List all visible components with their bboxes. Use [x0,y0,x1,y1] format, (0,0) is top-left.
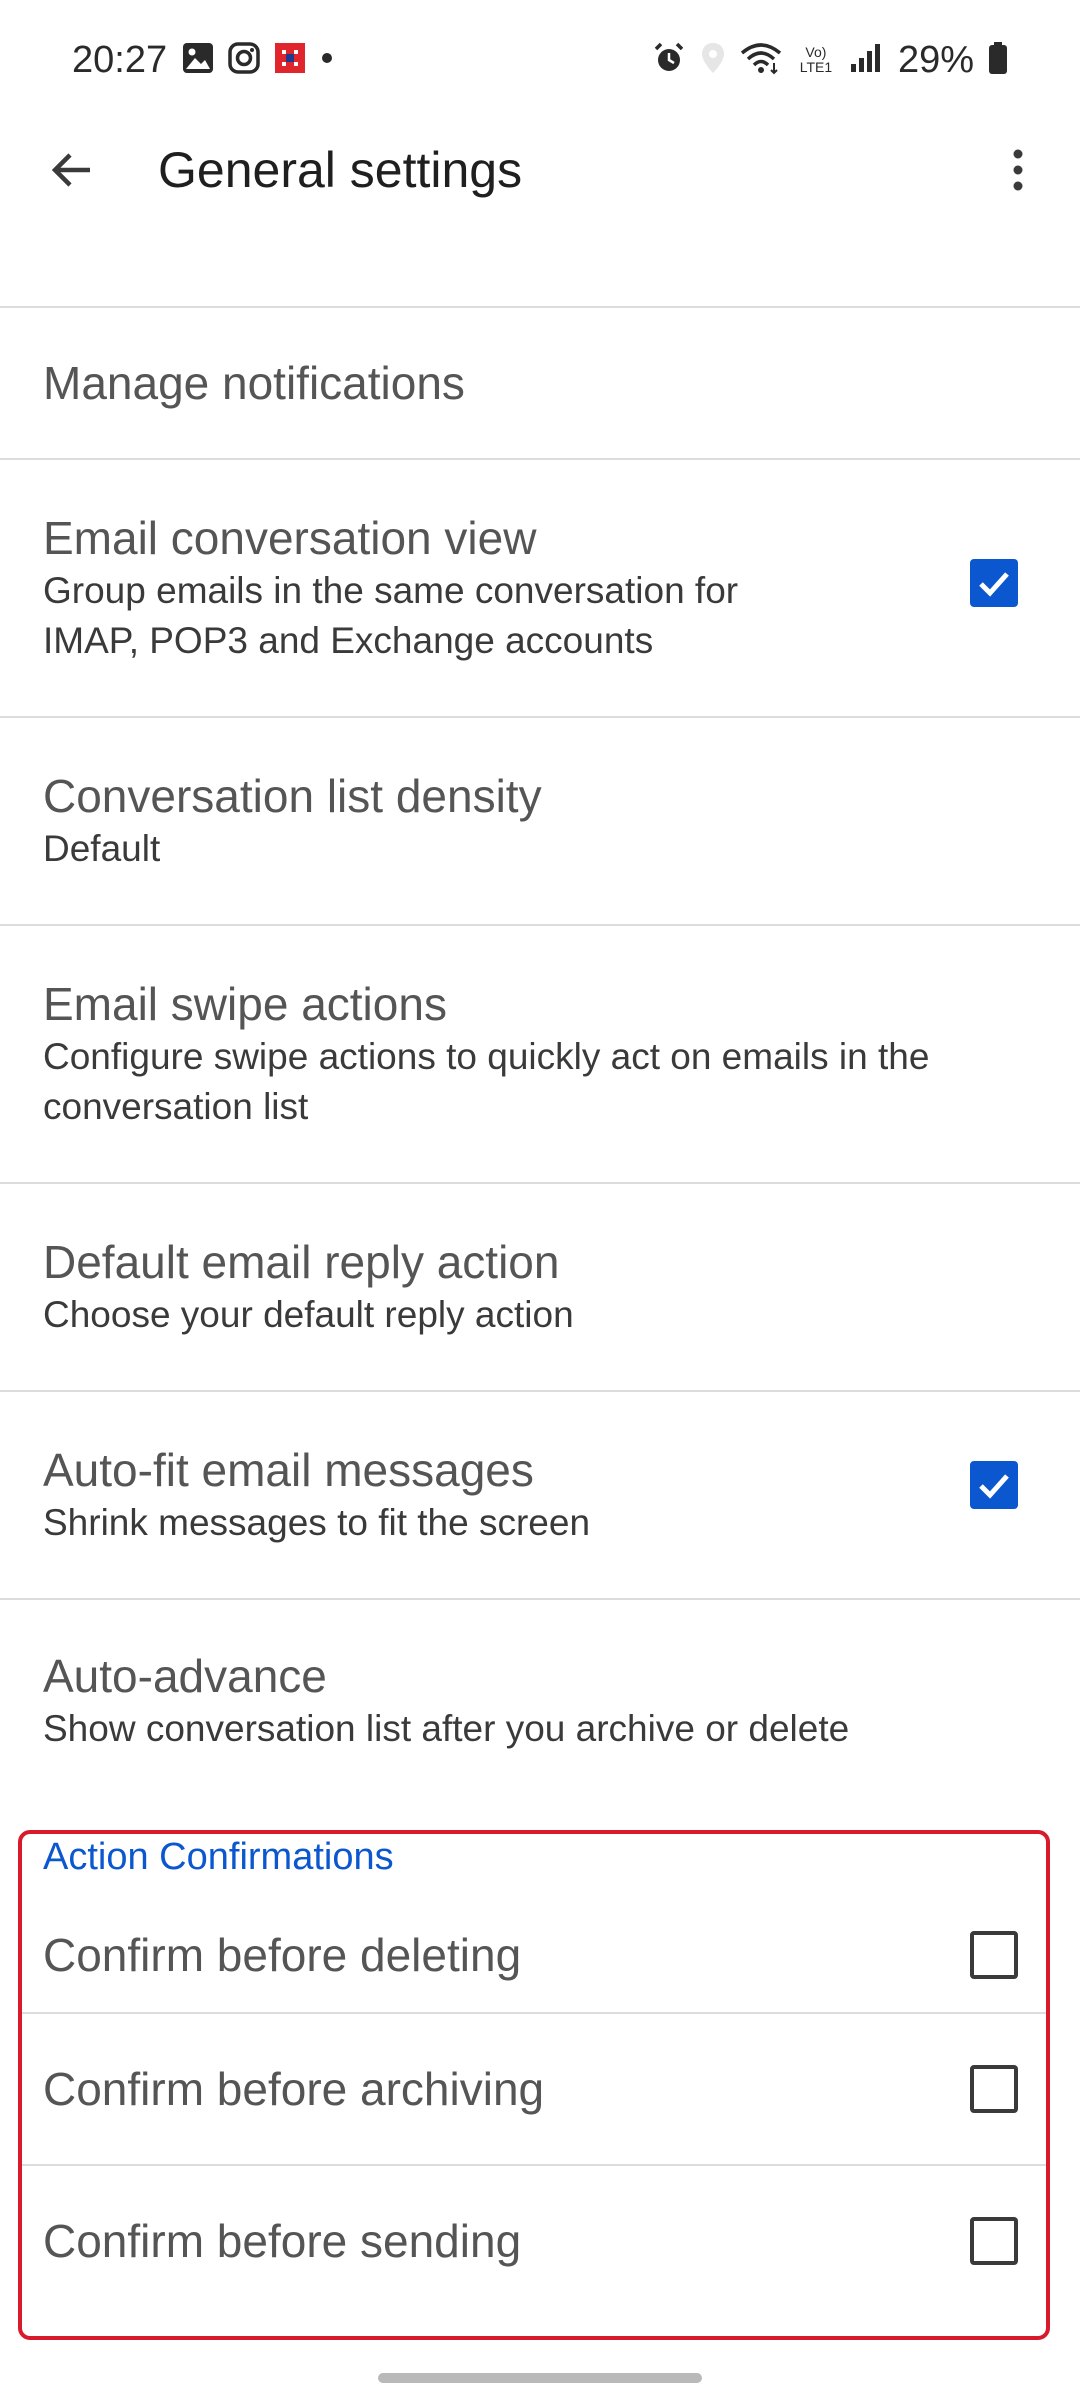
settings-list: Manage notifications Email conversation … [0,306,1080,2316]
setting-reply-action[interactable]: Default email reply action Choose your d… [0,1184,1080,1390]
location-icon [700,41,726,80]
arrow-back-icon [51,153,90,187]
confirm-archive-checkbox[interactable] [970,2065,1018,2113]
battery-icon [988,41,1008,80]
confirm-send-checkbox[interactable] [970,2217,1018,2265]
setting-title: Manage notifications [43,357,465,409]
conversation-view-checkbox[interactable] [970,559,1018,607]
alarm-icon [652,41,686,80]
auto-fit-checkbox[interactable] [970,1461,1018,1509]
setting-title: Confirm before deleting [43,1929,522,1981]
setting-subtitle: conversation list [43,1086,309,1127]
instagram-icon [228,41,260,79]
section-header-action-confirmations: Action Confirmations [43,1835,394,1878]
page-title: General settings [158,142,523,198]
setting-title: Email swipe actions [43,978,447,1030]
setting-title: Default email reply action [43,1236,560,1288]
status-time: 20:27 [72,39,168,81]
gallery-icon [182,42,214,79]
more-vert-icon [1013,149,1023,191]
setting-subtitle: Shrink messages to fit the screen [43,1502,591,1543]
setting-title: Email conversation view [43,512,537,564]
setting-auto-fit[interactable]: Auto-fit email messages Shrink messages … [0,1392,1080,1598]
setting-title: Auto-fit email messages [43,1444,534,1496]
setting-title: Conversation list density [43,770,542,822]
setting-subtitle: Default [43,828,161,869]
setting-subtitle: Choose your default reply action [43,1294,574,1335]
gesture-bar[interactable] [378,2373,702,2383]
setting-subtitle: Configure swipe actions to quickly act o… [43,1036,930,1077]
status-right-icons: Vo) LTE1 29% [652,36,1008,84]
setting-confirm-archive[interactable]: Confirm before archiving [0,2014,1080,2164]
setting-conversation-view[interactable]: Email conversation view Group emails in … [0,460,1080,716]
setting-subtitle: Show conversation list after you archive… [43,1708,850,1749]
setting-title: Confirm before archiving [43,2063,545,2115]
setting-list-density[interactable]: Conversation list density Default [0,718,1080,924]
app-bar: General settings [0,120,1080,220]
setting-subtitle: IMAP, POP3 and Exchange accounts [43,620,654,661]
setting-title: Auto-advance [43,1650,327,1702]
setting-subtitle: Group emails in the same conversation fo… [43,570,739,611]
setting-manage-notifications[interactable]: Manage notifications [0,308,1080,458]
setting-title: Confirm before sending [43,2215,522,2267]
more-options-button[interactable] [990,140,1046,200]
setting-confirm-delete[interactable]: Confirm before deleting [0,1898,1080,2012]
check-icon [979,572,1009,597]
setting-confirm-send[interactable]: Confirm before sending [0,2166,1080,2316]
wifi-icon [740,41,782,80]
battery-percent: 29% [897,39,974,81]
back-button[interactable] [36,140,108,200]
setting-swipe-actions[interactable]: Email swipe actions Configure swipe acti… [0,926,1080,1182]
app-notification-icon [274,42,306,79]
status-left-icons [182,40,334,80]
volte-icon: Vo) LTE1 [799,44,833,75]
setting-auto-advance[interactable]: Auto-advance Show conversation list afte… [0,1600,1080,1802]
dot-icon [320,51,334,70]
confirm-delete-checkbox[interactable] [970,1931,1018,1979]
status-bar: 20:27 Vo) LTE1 29% [0,0,1080,120]
signal-icon [850,42,884,79]
check-icon [979,1474,1009,1499]
